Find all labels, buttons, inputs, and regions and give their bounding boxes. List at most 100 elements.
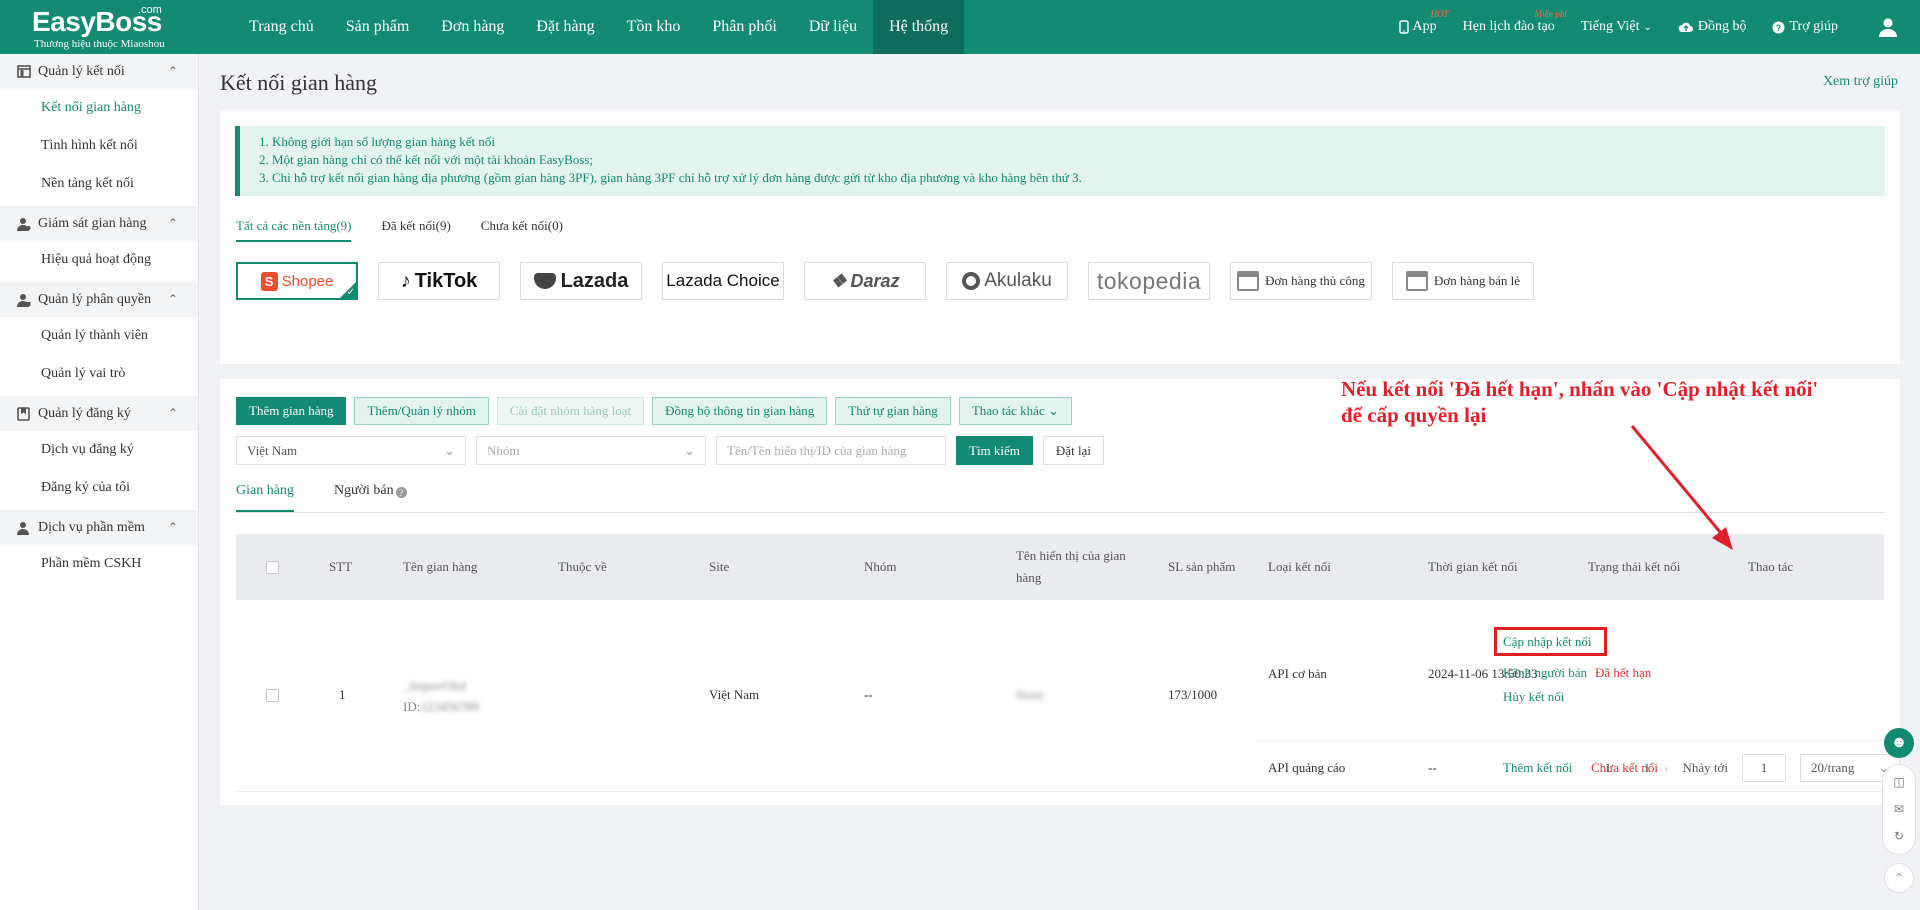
sidebar-item-subscription-services[interactable]: Dịch vụ đăng ký bbox=[0, 431, 198, 469]
sidebar-item-connection-status[interactable]: Tình hình kết nối bbox=[0, 127, 198, 165]
row-store-id: 123456789 bbox=[420, 699, 479, 714]
menu-ton-kho[interactable]: Tồn kho bbox=[611, 0, 697, 54]
tab-all-platforms[interactable]: Tất cả các nền tảng(9) bbox=[236, 218, 352, 242]
sidebar-group-subscription[interactable]: Quản lý đăng ký ⌃ bbox=[0, 396, 198, 431]
conn-type-basic: API cơ bản bbox=[1268, 666, 1327, 681]
annotation-line-1: Nếu kết nối 'Đã hết hạn', nhấn vào 'Cập … bbox=[1341, 377, 1819, 401]
next-page-icon[interactable]: › bbox=[1664, 760, 1668, 776]
help-button[interactable]: ? Trợ giúp bbox=[1772, 19, 1838, 35]
bulk-group-button[interactable]: Cài đặt nhóm hàng loạt bbox=[496, 397, 645, 425]
language-selector[interactable]: Tiếng Việt ⌄ bbox=[1581, 19, 1652, 35]
sidebar-item-roles[interactable]: Quản lý vai trò bbox=[0, 355, 198, 393]
manage-groups-button[interactable]: Thêm/Quản lý nhóm bbox=[354, 397, 489, 425]
menu-he-thong[interactable]: Hệ thống bbox=[873, 0, 965, 54]
add-store-button[interactable]: Thêm gian hàng bbox=[236, 397, 347, 425]
menu-trang-chu[interactable]: Trang chủ bbox=[233, 0, 330, 54]
platform-label: Akulaku bbox=[984, 270, 1052, 291]
search-input[interactable]: Tên/Tên hiển thị/ID của gian hàng bbox=[716, 436, 946, 465]
chevron-up-icon: ⌃ bbox=[167, 64, 178, 78]
platform-daraz[interactable]: ❖ Daraz bbox=[804, 262, 926, 300]
current-page[interactable]: 1 bbox=[1644, 760, 1651, 776]
user-permission-icon bbox=[16, 292, 31, 307]
sidebar-item-store-connect[interactable]: Kết nối gian hàng bbox=[0, 89, 198, 127]
tab-connected[interactable]: Đã kết nối(9) bbox=[381, 218, 450, 242]
sidebar-group-label: Dịch vụ phần mềm bbox=[38, 519, 145, 535]
platform-tokopedia[interactable]: tokopedia bbox=[1088, 262, 1210, 300]
platform-label: Daraz bbox=[850, 270, 900, 291]
sidebar-item-performance[interactable]: Hiệu quả hoạt động bbox=[0, 241, 198, 279]
row-checkbox[interactable] bbox=[266, 689, 279, 702]
menu-don-hang[interactable]: Đơn hàng bbox=[425, 0, 520, 54]
check-icon: ✓ bbox=[346, 287, 355, 298]
tab-sellers[interactable]: Người bán ? bbox=[334, 483, 407, 512]
platform-lazada[interactable]: Lazada bbox=[520, 262, 642, 300]
tab-not-connected[interactable]: Chưa kết nối(0) bbox=[481, 218, 563, 242]
platform-akulaku[interactable]: Akulaku bbox=[946, 262, 1068, 300]
platform-shopee[interactable]: S Shopee ✓ bbox=[236, 262, 358, 300]
reset-button[interactable]: Đặt lại bbox=[1042, 436, 1104, 465]
store-subtabs: Gian hàng Người bán ? bbox=[236, 483, 1884, 513]
search-button[interactable]: Tìm kiếm bbox=[956, 436, 1033, 465]
country-select[interactable]: Việt Nam ⌄ bbox=[236, 436, 466, 465]
page-size-value: 20/trang bbox=[1811, 760, 1855, 775]
top-navigation: EasyBoss .com Thương hiệu thuộc Miaoshou… bbox=[0, 0, 1920, 54]
header-connection-status: Trạng thái kết nối bbox=[1588, 559, 1681, 574]
group-select[interactable]: Nhóm ⌄ bbox=[476, 436, 706, 465]
cancel-connection-link[interactable]: Hủy kết nối bbox=[1503, 689, 1564, 705]
notice-line: 2. Một gian hàng chỉ có thể kết nối với … bbox=[259, 152, 593, 167]
sidebar-item-cs-software[interactable]: Phần mềm CSKH bbox=[0, 545, 198, 583]
menu-phan-phoi[interactable]: Phân phối bbox=[696, 0, 792, 54]
platform-manual-orders[interactable]: Đơn hàng thủ công bbox=[1230, 262, 1372, 300]
sidebar-item-my-subscriptions[interactable]: Đăng ký của tôi bbox=[0, 469, 198, 507]
sync-store-info-button[interactable]: Đồng bộ thông tin gian hàng bbox=[652, 397, 828, 425]
shopee-bag-icon: S bbox=[260, 271, 278, 291]
brand-logo[interactable]: EasyBoss .com Thương hiệu thuộc Miaoshou bbox=[22, 4, 202, 50]
sidebar-group-software[interactable]: Dịch vụ phần mềm ⌃ bbox=[0, 510, 198, 545]
platform-tiktok[interactable]: ♪ TikTok bbox=[378, 262, 500, 300]
header-actions: Thao tác bbox=[1748, 559, 1794, 574]
sidebar-group-connection[interactable]: Quản lý kết nối ⌃ bbox=[0, 54, 198, 89]
user-avatar-button[interactable] bbox=[1878, 17, 1898, 37]
select-all-checkbox[interactable] bbox=[266, 560, 279, 574]
store-order-button[interactable]: Thứ tự gian hàng bbox=[835, 397, 951, 425]
platform-tabs: Tất cả các nền tảng(9) Đã kết nối(9) Chư… bbox=[236, 218, 563, 242]
sidebar-item-connection-platforms[interactable]: Nền tảng kết nối bbox=[0, 165, 198, 203]
row-site: Việt Nam bbox=[709, 687, 760, 702]
row-group: -- bbox=[864, 687, 873, 702]
feedback-icon[interactable]: ◫ bbox=[1893, 775, 1904, 790]
app-link[interactable]: App HOT bbox=[1398, 9, 1449, 35]
jump-label: Nhảy tới bbox=[1682, 760, 1728, 775]
prev-page-icon[interactable]: ‹ bbox=[1625, 760, 1629, 776]
chat-icon[interactable]: ✉ bbox=[1894, 802, 1904, 817]
sidebar-group-permissions[interactable]: Quản lý phân quyền ⌃ bbox=[0, 282, 198, 317]
platform-label: Đơn hàng bán lẻ bbox=[1434, 273, 1520, 288]
header-connection-time: Thời gian kết nối bbox=[1428, 559, 1518, 574]
menu-du-lieu[interactable]: Dữ liệu bbox=[793, 0, 873, 54]
refresh-icon[interactable]: ↻ bbox=[1894, 829, 1904, 844]
platform-lazada-choice[interactable]: Lazada Choice bbox=[662, 262, 784, 300]
sync-button[interactable]: Đồng bộ bbox=[1678, 19, 1746, 35]
add-connection-link[interactable]: Thêm kết nối bbox=[1503, 760, 1572, 776]
sidebar-group-store-monitor[interactable]: Giám sát gian hàng ⌃ bbox=[0, 206, 198, 241]
tiktok-note-icon: ♪ bbox=[400, 269, 411, 292]
training-link[interactable]: Hẹn lịch đào tạo Miễn phí bbox=[1463, 9, 1567, 35]
jump-page-input[interactable]: 1 bbox=[1742, 754, 1786, 782]
top-right-nav: App HOT Hẹn lịch đào tạo Miễn phí Tiếng … bbox=[1398, 0, 1898, 54]
tab-stores[interactable]: Gian hàng bbox=[236, 483, 294, 512]
menu-dat-hang[interactable]: Đặt hàng bbox=[520, 0, 610, 54]
more-actions-button[interactable]: Thao tác khác ⌄ bbox=[958, 397, 1072, 425]
seller-channel-link[interactable]: Kênh người bán bbox=[1503, 665, 1587, 681]
sidebar-group-label: Quản lý đăng ký bbox=[38, 405, 131, 421]
sidebar-item-members[interactable]: Quản lý thành viên bbox=[0, 317, 198, 355]
support-avatar-icon[interactable]: ☻ bbox=[1884, 728, 1914, 758]
view-help-link[interactable]: Xem trợ giúp bbox=[1823, 74, 1898, 90]
tab-sellers-label: Người bán bbox=[333, 483, 394, 498]
platform-retail-orders[interactable]: Đơn hàng bán lẻ bbox=[1392, 262, 1534, 300]
row-stt: 1 bbox=[339, 687, 346, 702]
instruction-annotation: Nếu kết nối 'Đã hết hạn', nhấn vào 'Cập … bbox=[1341, 376, 1901, 428]
free-badge: Miễn phí bbox=[1534, 9, 1567, 19]
row-divider bbox=[1255, 740, 1884, 741]
menu-san-pham[interactable]: Sản phẩm bbox=[330, 0, 426, 54]
back-to-top-icon[interactable]: ⌃ bbox=[1884, 863, 1914, 893]
akulaku-ring-icon bbox=[962, 272, 981, 290]
